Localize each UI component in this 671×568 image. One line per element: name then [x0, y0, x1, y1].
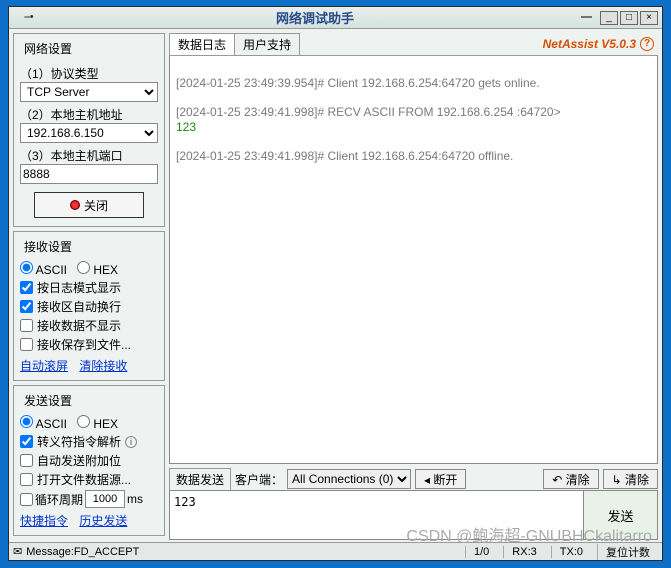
cycle-input[interactable]	[85, 490, 125, 508]
send-settings-group: 发送设置 ASCII HEX 转义符指令解析 i 自动发送附加位 打开文件数据源…	[13, 385, 165, 536]
cycle-label: 循环周期	[35, 491, 83, 508]
clear-receive-link[interactable]: 清除接收	[79, 359, 127, 373]
recv-autowrap-check[interactable]: 接收区自动换行	[20, 298, 158, 315]
pin-icon[interactable]: ⎯•	[9, 11, 49, 24]
recv-log-mode-check[interactable]: 按日志模式显示	[20, 279, 158, 296]
message-label: Message:FD_ACCEPT	[26, 546, 139, 558]
send-input[interactable]: 123	[169, 490, 584, 540]
protocol-select[interactable]: TCP Server	[20, 82, 158, 102]
recv-hex-radio[interactable]: HEX	[77, 261, 118, 277]
tab-user-support[interactable]: 用户支持	[234, 33, 300, 55]
status-bar: ✉ Message:FD_ACCEPT 1/0 RX:3 TX:0 复位计数	[9, 542, 662, 560]
network-settings-group: 网络设置 （1）协议类型 TCP Server （2）本地主机地址 192.16…	[13, 33, 165, 227]
info-icon[interactable]: i	[125, 436, 137, 448]
minimize-button[interactable]: _	[600, 11, 618, 25]
tab-data-log[interactable]: 数据日志	[169, 33, 235, 55]
receive-settings-legend: 接收设置	[22, 238, 74, 255]
send-ascii-radio[interactable]: ASCII	[20, 415, 67, 431]
clear-up-button[interactable]: ↶ 清除	[543, 469, 598, 489]
collapse-icon[interactable]: ⎯⎯	[581, 11, 592, 24]
clear-down-button[interactable]: ↳ 清除	[603, 469, 658, 489]
history-send-link[interactable]: 历史发送	[79, 514, 127, 528]
port-label: （3）本地主机端口	[20, 147, 158, 164]
send-cycle-check[interactable]	[20, 493, 33, 506]
quick-command-link[interactable]: 快捷指令	[20, 514, 68, 528]
send-button[interactable]: 发送	[584, 490, 658, 540]
host-label: （2）本地主机地址	[20, 106, 158, 123]
protocol-label: （1）协议类型	[20, 65, 158, 82]
close-window-button[interactable]: ×	[640, 11, 658, 25]
send-data-label: 数据发送	[169, 468, 231, 490]
send-openfile-check[interactable]: 打开文件数据源...	[20, 471, 158, 488]
message-icon: ✉	[13, 545, 22, 558]
reset-counter-button[interactable]: 复位计数	[597, 544, 658, 560]
connection-select[interactable]: All Connections (0)	[287, 469, 411, 489]
brand-label: NetAssist V5.0.3 ?	[543, 37, 654, 51]
window-title: 网络调试助手	[49, 8, 581, 27]
send-append-check[interactable]: 自动发送附加位	[20, 452, 158, 469]
client-label: 客户端：	[235, 471, 283, 488]
disconnect-button[interactable]: ◂ 断开	[415, 469, 466, 489]
record-icon	[70, 200, 80, 210]
recv-hide-check[interactable]: 接收数据不显示	[20, 317, 158, 334]
maximize-button[interactable]: □	[620, 11, 638, 25]
auto-scroll-link[interactable]: 自动滚屏	[20, 359, 68, 373]
close-connection-button[interactable]: 关闭	[34, 192, 144, 218]
port-input[interactable]	[20, 164, 158, 184]
recv-savefile-check[interactable]: 接收保存到文件...	[20, 336, 158, 353]
network-settings-legend: 网络设置	[22, 40, 74, 57]
log-area[interactable]: [2024-01-25 23:49:39.954]# Client 192.16…	[169, 56, 658, 464]
receive-settings-group: 接收设置 ASCII HEX 按日志模式显示 接收区自动换行 接收数据不显示 接…	[13, 231, 165, 381]
send-escape-check[interactable]: 转义符指令解析 i	[20, 433, 158, 450]
cycle-unit: ms	[127, 492, 143, 506]
recv-ascii-radio[interactable]: ASCII	[20, 261, 67, 277]
help-icon[interactable]: ?	[640, 37, 654, 51]
status-ratio: 1/0	[465, 546, 497, 558]
status-tx: TX:0	[551, 546, 591, 558]
status-rx: RX:3	[503, 546, 544, 558]
send-settings-legend: 发送设置	[22, 392, 74, 409]
title-bar: ⎯• 网络调试助手 ⎯⎯ _ □ ×	[9, 7, 662, 29]
send-hex-radio[interactable]: HEX	[77, 415, 118, 431]
host-select[interactable]: 192.168.6.150	[20, 123, 158, 143]
